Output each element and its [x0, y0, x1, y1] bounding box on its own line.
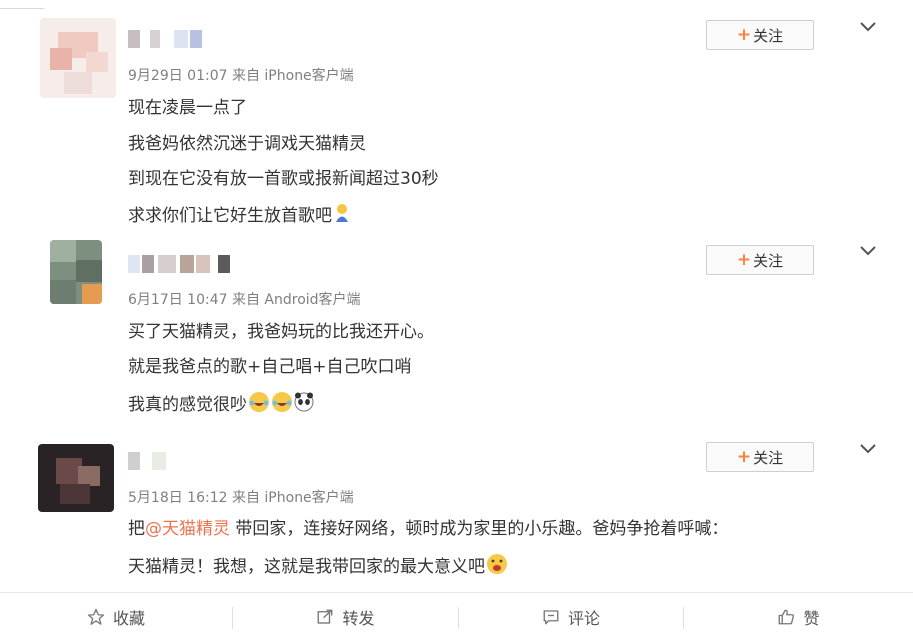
mention-link[interactable]: @天猫精灵	[145, 519, 230, 539]
user-avatar[interactable]	[50, 240, 102, 304]
comment-text-line: 我真的感觉很吵	[128, 391, 314, 419]
laughing-crying-emoji-icon	[271, 391, 293, 419]
comment-text: 带回家，连接好网络，顿时成为家里的小乐趣。爸妈争抢着呼喊：	[230, 519, 729, 539]
follow-label: 关注	[753, 448, 784, 467]
like-button[interactable]: 赞	[684, 593, 913, 640]
drooling-emoji-icon	[486, 553, 508, 581]
comment-text: 求求你们让它好生放首歌吧	[128, 206, 332, 226]
comment-text: 我真的感觉很吵	[128, 395, 247, 415]
username-pixelated[interactable]	[128, 452, 168, 470]
follow-button[interactable]: + 关注	[706, 442, 814, 472]
favorite-button[interactable]: 收藏	[0, 593, 232, 640]
follow-label: 关注	[753, 26, 784, 45]
follow-button[interactable]: + 关注	[706, 20, 814, 50]
top-divider	[0, 8, 44, 9]
comment-text-line: 到现在它没有放一首歌或报新闻超过30秒	[128, 169, 439, 189]
plus-icon: +	[736, 25, 752, 45]
action-bar: 收藏 转发 评论 赞	[0, 592, 913, 640]
comment-icon	[543, 609, 559, 624]
plus-icon: +	[736, 250, 752, 270]
comment-text-line: 现在凌晨一点了	[128, 98, 247, 118]
follow-button[interactable]: + 关注	[706, 245, 814, 275]
repost-button[interactable]: 转发	[233, 593, 458, 640]
user-avatar[interactable]	[38, 444, 114, 512]
plus-icon: +	[736, 447, 752, 467]
repost-label: 转发	[342, 608, 375, 628]
comment-text: 天猫精灵！我想，这就是我带回家的最大意义吧	[128, 557, 485, 577]
comment-text-line: 就是我爸点的歌+自己唱+自己吹口哨	[128, 357, 412, 377]
username-pixelated[interactable]	[128, 30, 202, 48]
user-avatar[interactable]	[40, 18, 116, 98]
comment-text: 把	[128, 519, 145, 539]
post-meta: 9月29日 01:07 来自 iPhone客户端	[128, 68, 354, 84]
comment-text-line: 买了天猫精灵，我爸妈玩的比我还开心。	[128, 322, 434, 342]
thumbs-up-icon	[779, 609, 795, 624]
chevron-down-icon[interactable]	[858, 20, 878, 34]
post-meta: 6月17日 10:47 来自 Android客户端	[128, 292, 361, 308]
post-meta: 5月18日 16:12 来自 iPhone客户端	[128, 490, 354, 506]
username-pixelated[interactable]	[128, 255, 232, 273]
panda-emoji-icon	[294, 392, 314, 418]
comment-button[interactable]: 评论	[459, 593, 683, 640]
follow-label: 关注	[753, 251, 784, 270]
comment-text-line: 把@天猫精灵 带回家，连接好网络，顿时成为家里的小乐趣。爸妈争抢着呼喊：	[128, 518, 728, 540]
comment-text-line: 我爸妈依然沉迷于调戏天猫精灵	[128, 134, 366, 154]
comment-text-line: 天猫精灵！我想，这就是我带回家的最大意义吧	[128, 553, 508, 581]
share-icon	[318, 609, 333, 624]
like-label: 赞	[803, 608, 820, 628]
praying-emoji-icon	[333, 203, 351, 229]
comment-label: 评论	[567, 608, 600, 628]
laughing-crying-emoji-icon	[248, 391, 270, 419]
chevron-down-icon[interactable]	[858, 442, 878, 456]
favorite-label: 收藏	[112, 608, 145, 628]
comment-text-line: 求求你们让它好生放首歌吧	[128, 203, 351, 229]
star-icon	[87, 608, 105, 625]
chevron-down-icon[interactable]	[858, 244, 878, 258]
